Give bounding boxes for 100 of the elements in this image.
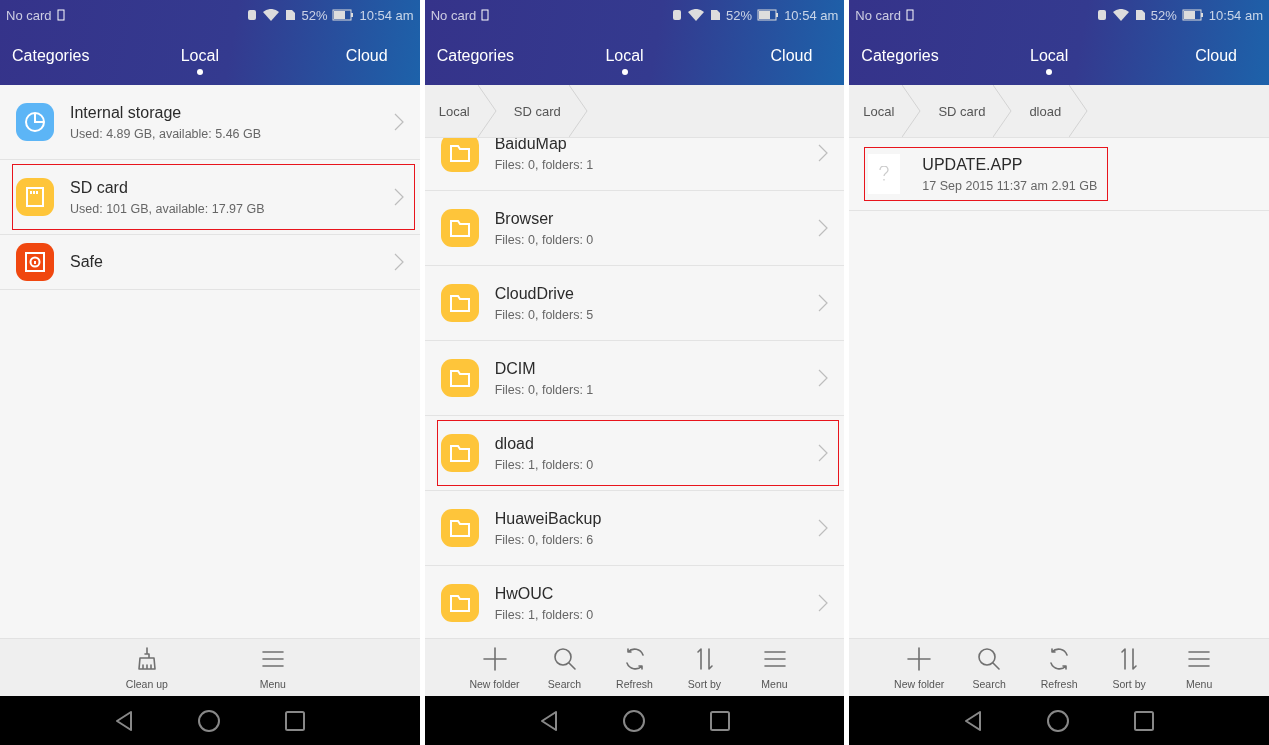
toolbar-button[interactable]: Search xyxy=(954,639,1025,696)
item-details: Files: 1, folders: 0 xyxy=(494,607,595,622)
chevron-right-icon xyxy=(393,253,404,271)
item-title: Safe xyxy=(70,253,104,271)
chevron-right-icon xyxy=(818,369,829,387)
wifi-icon xyxy=(263,9,280,21)
battery-percent: 52% xyxy=(301,7,328,23)
toolbar-button[interactable]: Menu xyxy=(209,639,336,696)
recents-button[interactable] xyxy=(283,709,306,732)
item-details: Files: 0, folders: 1 xyxy=(494,157,595,172)
list-item[interactable]: Internal storage Used: 4.89 GB, available: 5.46 GB xyxy=(13,90,414,154)
sim-icon xyxy=(56,9,65,21)
search-icon xyxy=(976,645,1003,672)
sd-card-icon xyxy=(16,178,54,216)
list-item[interactable]: HwOUC Files: 1, folders: 0 xyxy=(437,571,839,635)
nav-tab[interactable]: Local xyxy=(605,42,644,73)
sim-icon xyxy=(481,9,490,21)
toolbar-button[interactable]: Menu xyxy=(739,639,810,696)
chevron-right-icon xyxy=(818,219,829,237)
item-details: Used: 4.89 GB, available: 5.46 GB xyxy=(70,126,263,141)
home-icon xyxy=(196,708,221,733)
pie-chart-icon xyxy=(16,103,54,141)
toolbar-button[interactable]: Sort by xyxy=(669,639,740,696)
toolbar-button[interactable]: New folder xyxy=(884,639,955,696)
wifi-icon xyxy=(688,9,705,21)
recents-button[interactable] xyxy=(1133,709,1156,732)
chevron-right-icon xyxy=(818,294,829,312)
recents-icon xyxy=(283,709,306,732)
breadcrumb-item[interactable]: Local xyxy=(424,85,478,137)
item-details: Files: 1, folders: 0 xyxy=(494,457,595,472)
folder-icon xyxy=(440,284,479,322)
item-details: Files: 0, folders: 6 xyxy=(494,532,595,547)
back-icon xyxy=(963,709,984,732)
sim-card-icon xyxy=(284,9,297,21)
item-details: Files: 0, folders: 1 xyxy=(494,382,595,397)
wifi-icon xyxy=(1112,9,1129,21)
item-details: 17 Sep 2015 11:37 am 2.91 GB xyxy=(922,178,1098,193)
breadcrumb-item[interactable]: SD card xyxy=(499,85,569,137)
home-button[interactable] xyxy=(621,708,646,733)
folder-icon xyxy=(440,434,479,472)
toolbar-button[interactable]: Refresh xyxy=(599,639,670,696)
toolbar-button[interactable]: Refresh xyxy=(1024,639,1095,696)
toolbar-button[interactable]: Menu xyxy=(1164,639,1235,696)
plus-icon xyxy=(906,645,933,672)
back-button[interactable] xyxy=(538,709,559,732)
chevron-right-icon xyxy=(818,594,829,612)
toolbar-button[interactable]: Sort by xyxy=(1094,639,1165,696)
list-item[interactable]: SD card Used: 101 GB, available: 17.97 GB xyxy=(13,165,414,229)
nav-tab[interactable]: Cloud xyxy=(345,42,388,73)
nav-tab[interactable]: Categories xyxy=(12,42,90,73)
chevron-right-icon xyxy=(393,188,404,206)
toolbar-button[interactable]: New folder xyxy=(459,639,530,696)
list-item[interactable]: dload Files: 1, folders: 0 xyxy=(437,421,839,485)
home-icon xyxy=(621,708,646,733)
carrier-text: No card xyxy=(855,7,901,23)
back-icon xyxy=(113,709,134,732)
breadcrumb-item[interactable]: dload xyxy=(1015,85,1070,137)
home-button[interactable] xyxy=(196,708,221,733)
battery-icon xyxy=(757,9,780,21)
list-item[interactable]: UPDATE.APP 17 Sep 2015 11:37 am 2.91 GB xyxy=(865,148,1108,200)
back-button[interactable] xyxy=(963,709,984,732)
nav-tab[interactable]: Categories xyxy=(436,42,515,73)
item-title: CloudDrive xyxy=(494,284,575,303)
nav-tab[interactable]: Local xyxy=(1030,42,1069,73)
recents-icon xyxy=(1133,709,1156,732)
sim-card-icon xyxy=(709,9,722,21)
list-item[interactable]: CloudDrive Files: 0, folders: 5 xyxy=(437,271,839,335)
toolbar-button[interactable]: Search xyxy=(529,639,600,696)
item-details: Files: 0, folders: 5 xyxy=(494,307,595,322)
recents-button[interactable] xyxy=(708,709,731,732)
list-item[interactable]: Safe xyxy=(13,240,414,284)
item-title: SD card xyxy=(70,178,129,197)
breadcrumb-item[interactable]: Local xyxy=(849,85,903,137)
item-title: DCIM xyxy=(494,359,537,378)
search-icon xyxy=(551,645,578,672)
battery-percent: 52% xyxy=(1150,7,1177,23)
carrier-text: No card xyxy=(430,7,477,23)
nav-tab[interactable]: Local xyxy=(180,42,219,73)
item-title: Browser xyxy=(494,209,555,228)
unknown-file-icon xyxy=(868,154,901,194)
battery-percent: 52% xyxy=(726,7,753,23)
list-item[interactable]: HuaweiBackup Files: 0, folders: 6 xyxy=(437,496,839,560)
chevron-right-icon xyxy=(818,519,829,537)
item-title: dload xyxy=(494,434,535,453)
breadcrumb-item[interactable]: SD card xyxy=(924,85,994,137)
nav-tab[interactable]: Categories xyxy=(861,42,939,73)
nav-tab[interactable]: Cloud xyxy=(770,42,813,73)
clock-time: 10:54 am xyxy=(1208,7,1263,23)
list-item[interactable]: Browser Files: 0, folders: 0 xyxy=(437,196,839,260)
list-item[interactable]: DCIM Files: 0, folders: 1 xyxy=(437,346,839,410)
toolbar-button[interactable]: Clean up xyxy=(83,639,210,696)
back-button[interactable] xyxy=(113,709,134,732)
folder-icon xyxy=(440,138,479,172)
item-title: UPDATE.APP xyxy=(922,155,1024,174)
chevron-right-icon xyxy=(393,113,404,131)
sim-icon xyxy=(905,9,914,21)
home-button[interactable] xyxy=(1046,708,1071,733)
nav-tab[interactable]: Cloud xyxy=(1195,42,1237,73)
item-title: Internal storage xyxy=(70,103,183,122)
carrier-text: No card xyxy=(6,7,52,23)
